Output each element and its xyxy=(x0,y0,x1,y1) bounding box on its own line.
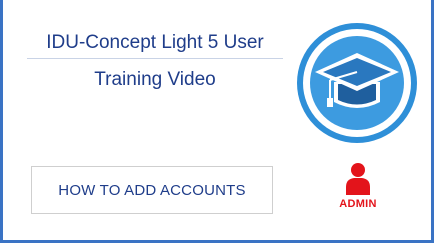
title-block: IDU-Concept Light 5 User Training Video xyxy=(26,30,284,93)
title-line-2: Training Video xyxy=(94,69,216,90)
title-divider xyxy=(27,58,283,59)
admin-badge: ADMIN xyxy=(330,162,386,218)
title-line-1: IDU-Concept Light 5 User xyxy=(46,32,264,53)
graduation-cap-icon xyxy=(297,23,417,143)
topic-box: HOW TO ADD ACCOUNTS xyxy=(31,166,273,214)
user-icon xyxy=(346,163,370,195)
frame-left-edge xyxy=(0,0,3,243)
admin-label: ADMIN xyxy=(339,198,377,210)
topic-label: HOW TO ADD ACCOUNTS xyxy=(58,181,246,199)
